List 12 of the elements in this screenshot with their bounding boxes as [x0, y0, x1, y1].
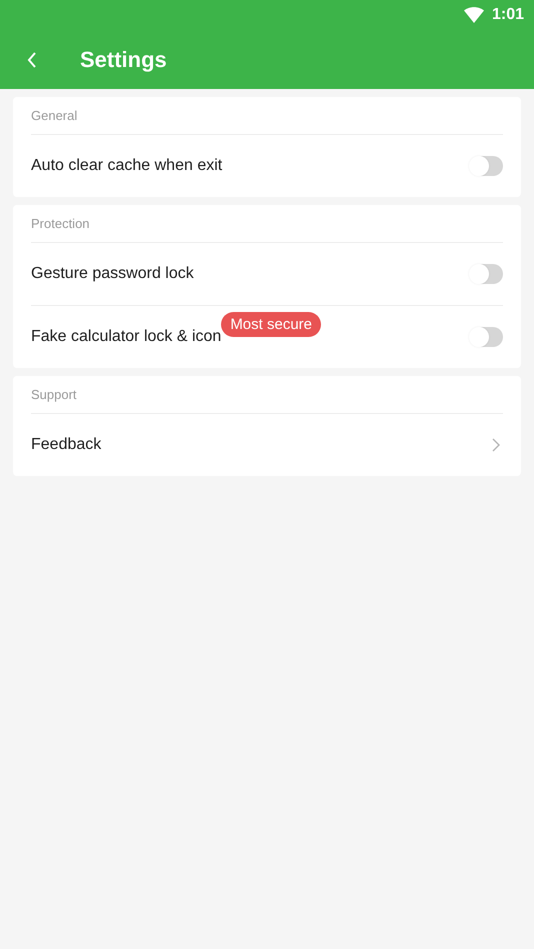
badge: Most secure	[221, 312, 322, 336]
section-header: General	[31, 108, 78, 123]
setting-label: Feedback	[31, 436, 102, 454]
section-header: Protection	[31, 216, 90, 231]
chevron-right-icon	[491, 438, 501, 452]
wifi-icon	[464, 7, 484, 23]
screen-title: Settings	[80, 46, 167, 72]
section-header: Support	[31, 387, 77, 402]
setting-label: Fake calculator lock & icon	[31, 328, 222, 346]
status-time: 1:01	[492, 6, 524, 24]
setting-label: Auto clear cache when exit	[31, 157, 222, 175]
setting-label: Gesture password lock	[31, 265, 194, 283]
